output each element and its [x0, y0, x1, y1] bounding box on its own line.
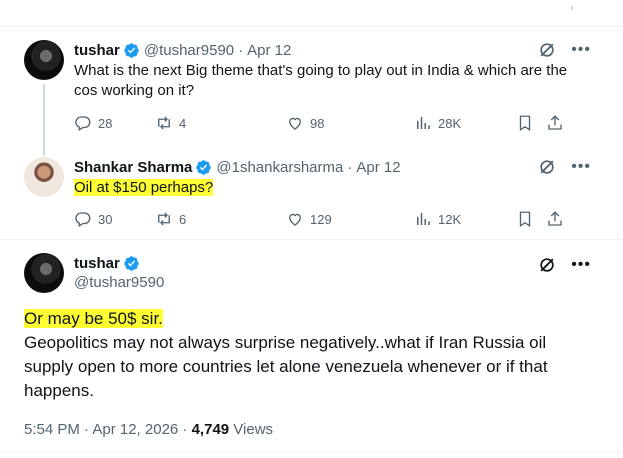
bookmark-icon	[519, 115, 531, 132]
like-button[interactable]: 98	[286, 114, 414, 132]
tweet-date[interactable]: Apr 12	[356, 159, 400, 176]
author-handle[interactable]: @1shankarsharma	[216, 159, 343, 176]
tweet-text: Oil at $150 perhaps?	[74, 179, 214, 196]
author-name[interactable]: tushar	[74, 42, 120, 59]
reply-icon	[75, 212, 91, 227]
verified-badge-icon	[124, 42, 139, 58]
like-count: 98	[310, 115, 325, 131]
like-count: 129	[310, 211, 332, 227]
tweet-2[interactable]: Shankar Sharma @1shankarsharma · Apr 12 …	[0, 157, 623, 237]
reply-button[interactable]: 30	[74, 210, 155, 228]
author-handle[interactable]: @tushar9590	[74, 274, 164, 291]
top-divider	[0, 0, 623, 27]
more-icon[interactable]: •••	[571, 42, 591, 58]
divider	[0, 239, 623, 240]
retweet-icon	[158, 116, 170, 130]
views-count: 4,749	[191, 421, 230, 438]
bookmark-icon	[519, 211, 531, 228]
views-count: 28K	[438, 115, 462, 131]
grok-icon[interactable]	[537, 40, 557, 60]
share-button[interactable]	[546, 114, 564, 132]
verified-badge-icon	[124, 255, 139, 271]
retweet-count: 4	[179, 115, 187, 131]
views-button[interactable]: 12K	[414, 210, 516, 228]
divider	[0, 452, 623, 453]
reply-count: 30	[98, 211, 113, 227]
views-icon	[417, 213, 430, 225]
views-icon	[417, 117, 430, 129]
author-handle[interactable]: @tushar9590	[144, 42, 234, 59]
reply-icon	[75, 116, 91, 131]
share-button[interactable]	[546, 210, 564, 228]
grok-icon[interactable]	[537, 255, 557, 275]
share-icon	[548, 115, 562, 130]
scroll-marker	[571, 6, 573, 10]
views-button[interactable]: 28K	[414, 114, 516, 132]
views-count: 12K	[438, 211, 462, 227]
retweet-count: 6	[179, 211, 187, 227]
like-icon	[289, 117, 301, 130]
retweet-icon	[158, 212, 170, 226]
reply-count: 28	[98, 115, 113, 131]
main-text-line1: Or may be 50$ sir.	[24, 309, 163, 328]
avatar[interactable]	[24, 40, 64, 80]
author-name[interactable]: tushar	[74, 255, 120, 272]
retweet-button[interactable]: 6	[155, 210, 286, 228]
tweet-meta[interactable]: 5:54 PM · Apr 12, 2026 · 4,749 Views	[24, 421, 273, 438]
views-label: Views	[229, 421, 274, 438]
thread-line	[43, 84, 45, 156]
more-icon[interactable]: •••	[571, 159, 591, 175]
tweet-1[interactable]: tushar @tushar9590 · Apr 12 ••• What is …	[0, 40, 623, 156]
avatar[interactable]	[24, 253, 64, 293]
more-icon[interactable]: •••	[571, 257, 591, 273]
reply-button[interactable]: 28	[74, 114, 155, 132]
like-icon	[289, 213, 301, 226]
main-text-body: Geopolitics may not always surprise nega…	[24, 333, 548, 400]
like-button[interactable]: 129	[286, 210, 414, 228]
timestamp[interactable]: 5:54 PM · Apr 12, 2026 ·	[24, 421, 192, 438]
avatar[interactable]	[24, 157, 64, 197]
bookmark-button[interactable]	[516, 210, 546, 228]
grok-icon[interactable]	[537, 157, 557, 177]
bookmark-button[interactable]	[516, 114, 546, 132]
tweet-date[interactable]: Apr 12	[247, 42, 291, 59]
retweet-button[interactable]: 4	[155, 114, 286, 132]
share-icon	[548, 211, 562, 226]
tweet-text: What is the next Big theme that's going …	[74, 62, 568, 99]
author-name[interactable]: Shankar Sharma	[74, 159, 192, 176]
verified-badge-icon	[196, 159, 212, 175]
